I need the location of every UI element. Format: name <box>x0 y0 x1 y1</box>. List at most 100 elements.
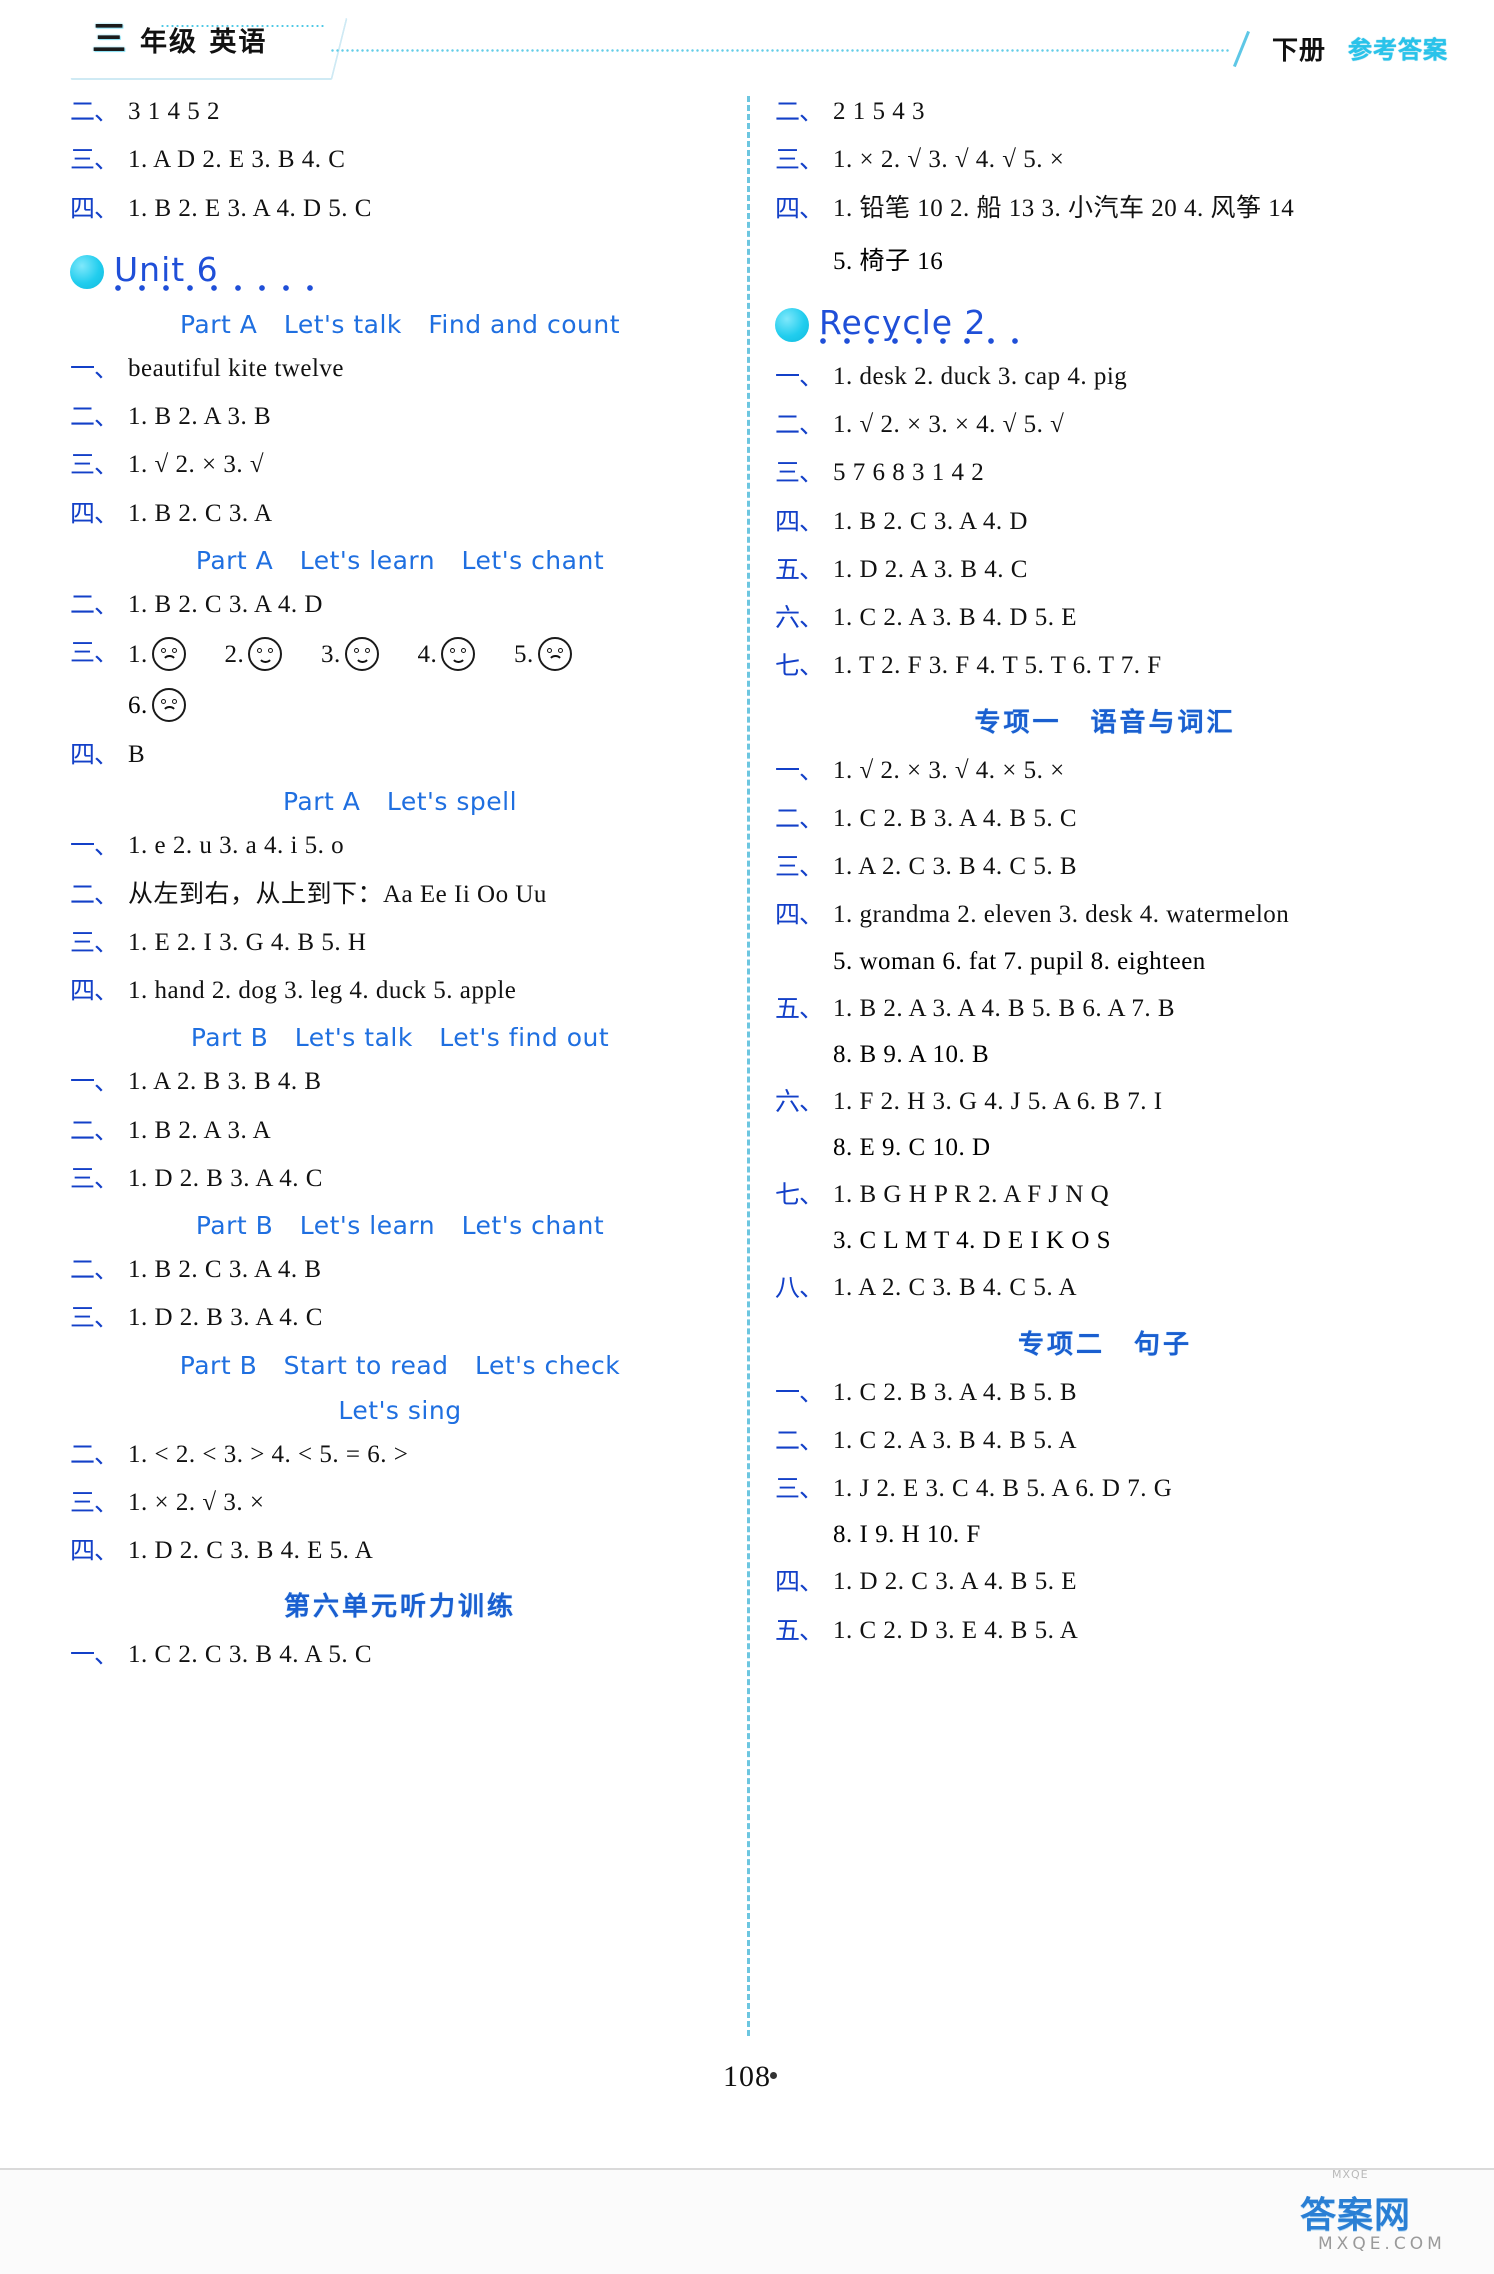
answer-row-body: 1. A 2. B 3. B 4. B <box>128 1068 322 1096</box>
answer-row-number: 三、 <box>775 1474 824 1503</box>
answer-row: 一、 1. e 2. u 3. a 4. i 5. o <box>70 830 730 861</box>
face-label: 3. <box>321 641 341 668</box>
answer-row-number: 二、 <box>70 589 119 619</box>
answer-row: 二、 1. B 2. A 3. B <box>70 401 730 432</box>
answer-row-body: 1. A D 2. E 3. B 4. C <box>128 146 346 174</box>
footer-dot-mark <box>770 2072 777 2079</box>
heading-activity: Start to read <box>283 1350 449 1380</box>
answer-row-number: 三、 <box>70 145 119 175</box>
unit-dotted-underline <box>106 283 321 292</box>
answer-row: 二、 1. B 2. A 3. A <box>70 1115 730 1146</box>
sad-face-icon <box>151 637 186 671</box>
answer-row: 一、 1. desk 2. duck 3. cap 4. pig <box>775 361 1435 392</box>
header-dotted-rule <box>330 48 1230 53</box>
answer-row: 三、 1. A D 2. E 3. B 4. C <box>70 144 730 175</box>
answer-row-body: 1. B 2. A 3. A 4. B 5. B 6. A 7. B <box>833 994 1176 1022</box>
face-label: 2. <box>224 641 245 668</box>
answer-row-body: 1. C 2. A 3. B 4. D 5. E <box>833 604 1077 631</box>
section-heading-parta-letslearn: Part A Let's learn Let's chant <box>70 546 730 575</box>
answer-row-number: 五、 <box>775 993 824 1023</box>
answer-row-number: 六、 <box>775 1086 824 1116</box>
answer-row-number: 五、 <box>775 1615 824 1645</box>
answer-row-body: 1. C 2. B 3. A 4. B 5. C <box>833 804 1077 832</box>
answer-row-continuation: 3. C L M T 4. D E I K O S <box>833 1227 1112 1255</box>
heading-part: Part A <box>195 545 274 575</box>
answer-row-body: 1. J 2. E 3. C 4. B 5. A 6. D 7. G <box>833 1475 1173 1502</box>
answer-row-faces-line2: 6. <box>128 688 730 722</box>
answer-row-number: 四、 <box>70 193 119 223</box>
heading-activity: Let's talk <box>283 309 402 339</box>
answer-row-body: 1. B 2. E 3. A 4. D 5. C <box>128 194 372 222</box>
answer-row-body: 5 7 6 8 3 1 4 2 <box>833 459 985 487</box>
right-top-answers: 二、 2 1 5 4 3 三、 1. × 2. √ 3. √ 4. √ 5. ×… <box>775 96 1435 277</box>
section-heading-partb-letslearn: Part B Let's learn Let's chant <box>70 1211 730 1240</box>
answer-row: 六、 1. F 2. H 3. G 4. J 5. A 6. B 7. I <box>775 1086 1435 1117</box>
answer-row: 六、 1. C 2. A 3. B 4. D 5. E <box>775 602 1435 633</box>
answer-row: 三、 1. E 2. I 3. G 4. B 5. H <box>70 927 730 958</box>
answer-row-body: 1. hand 2. dog 3. leg 4. duck 5. apple <box>128 977 517 1004</box>
answer-row-number: 一、 <box>775 755 824 785</box>
section-heading-partb-starttoread: Part B Start to read Let's check <box>70 1351 730 1380</box>
sad-face-icon <box>537 637 572 671</box>
face-item: 4. <box>418 637 480 671</box>
face-label: 5. <box>514 641 534 668</box>
answer-row-number: 二、 <box>775 97 824 126</box>
answer-row: 五、 1. D 2. A 3. B 4. C <box>775 554 1435 585</box>
answer-row: 三、 1. A 2. C 3. B 4. C 5. B <box>775 851 1435 882</box>
answer-row: 三、 1. J 2. E 3. C 4. B 5. A 6. D 7. G <box>775 1473 1435 1504</box>
bullet-circle-icon <box>70 254 104 289</box>
answer-row-body: 1. B 2. C 3. A 4. D <box>128 590 323 618</box>
answer-row-number: 三、 <box>70 638 119 667</box>
answer-row-number: 三、 <box>775 145 824 175</box>
answer-row-body: 1. B 2. A 3. A <box>128 1116 272 1144</box>
answer-row-body: 2 1 5 4 3 <box>833 98 925 125</box>
answer-row-number: 一、 <box>70 353 119 383</box>
answer-row-body: 1. D 2. B 3. A 4. C <box>128 1304 323 1332</box>
answer-row-body: 3 1 4 5 2 <box>128 98 220 125</box>
heading-activity: Let's learn <box>299 1211 436 1240</box>
answer-row-number: 五、 <box>775 554 824 584</box>
heading-activity: Let's spell <box>386 787 518 817</box>
answer-row-number: 三、 <box>70 1303 119 1333</box>
answer-row: 八、 1. A 2. C 3. B 4. C 5. A <box>775 1272 1435 1303</box>
answer-row: 二、 1. B 2. C 3. A 4. B <box>70 1254 730 1285</box>
answer-row-body: 1. A 2. C 3. B 4. C 5. A <box>833 1274 1077 1302</box>
heading-activity2: Let's find out <box>439 1023 610 1053</box>
face-item: 1. <box>128 637 190 671</box>
answer-row-number: 四、 <box>70 498 119 528</box>
answer-row-number: 四、 <box>70 1536 119 1565</box>
unit-dotted-underline <box>811 336 1026 345</box>
answer-row-body: 1. C 2. A 3. B 4. B 5. A <box>833 1426 1077 1454</box>
answer-row: 二、 1. C 2. A 3. B 4. B 5. A <box>775 1425 1435 1456</box>
answer-row-continuation: 8. E 9. C 10. D <box>833 1134 991 1161</box>
answer-row-body: 1. √ 2. × 3. √ <box>128 451 265 479</box>
answer-row: 四、 1. grandma 2. eleven 3. desk 4. water… <box>775 899 1435 930</box>
heading-part: Part A <box>179 309 258 339</box>
answer-row: 二、 2 1 5 4 3 <box>775 96 1435 127</box>
answer-row-number: 二、 <box>70 879 119 909</box>
answer-row: 四、 1. hand 2. dog 3. leg 4. duck 5. appl… <box>70 975 730 1006</box>
face-label: 6. <box>128 692 148 719</box>
answer-row-body: 1. B 2. A 3. B <box>128 403 272 430</box>
answer-row: 七、 1. B G H P R 2. A F J N Q <box>775 1179 1435 1210</box>
answer-row: 四、 1. B 2. C 3. A 4. D <box>775 506 1435 537</box>
face-item: 6. <box>128 688 190 722</box>
answer-row-body: 1. < 2. < 3. > 4. < 5. = 6. > <box>128 1440 409 1468</box>
heading-activity2: Let's chant <box>461 545 605 575</box>
answer-row-number: 七、 <box>775 1180 824 1209</box>
answer-row-body: 1. 铅笔 10 2. 船 13 3. 小汽车 20 4. 风筝 14 <box>833 194 1295 222</box>
header-grade-number: 三 <box>92 19 126 59</box>
sad-face-icon <box>151 688 186 722</box>
answer-row-body: 1. e 2. u 3. a 4. i 5. o <box>128 832 345 860</box>
answer-row-number: 三、 <box>70 1487 119 1517</box>
answer-row: 三、 1. √ 2. × 3. √ <box>70 449 730 480</box>
answer-row-number: 三、 <box>775 458 824 488</box>
page-number: 108 <box>723 2060 771 2093</box>
answer-row: 一、 1. A 2. B 3. B 4. B <box>70 1066 730 1097</box>
answer-row: 七、 1. T 2. F 3. F 4. T 5. T 6. T 7. F <box>775 650 1435 681</box>
answer-row-body: 1. C 2. B 3. A 4. B 5. B <box>833 1378 1077 1406</box>
answer-row-body: 1. E 2. I 3. G 4. B 5. H <box>128 928 367 956</box>
answer-row-body: 1. A 2. C 3. B 4. C 5. B <box>833 853 1077 880</box>
right-column: 二、 2 1 5 4 3 三、 1. × 2. √ 3. √ 4. √ 5. ×… <box>775 96 1435 1663</box>
answer-row-number: 二、 <box>70 97 119 126</box>
